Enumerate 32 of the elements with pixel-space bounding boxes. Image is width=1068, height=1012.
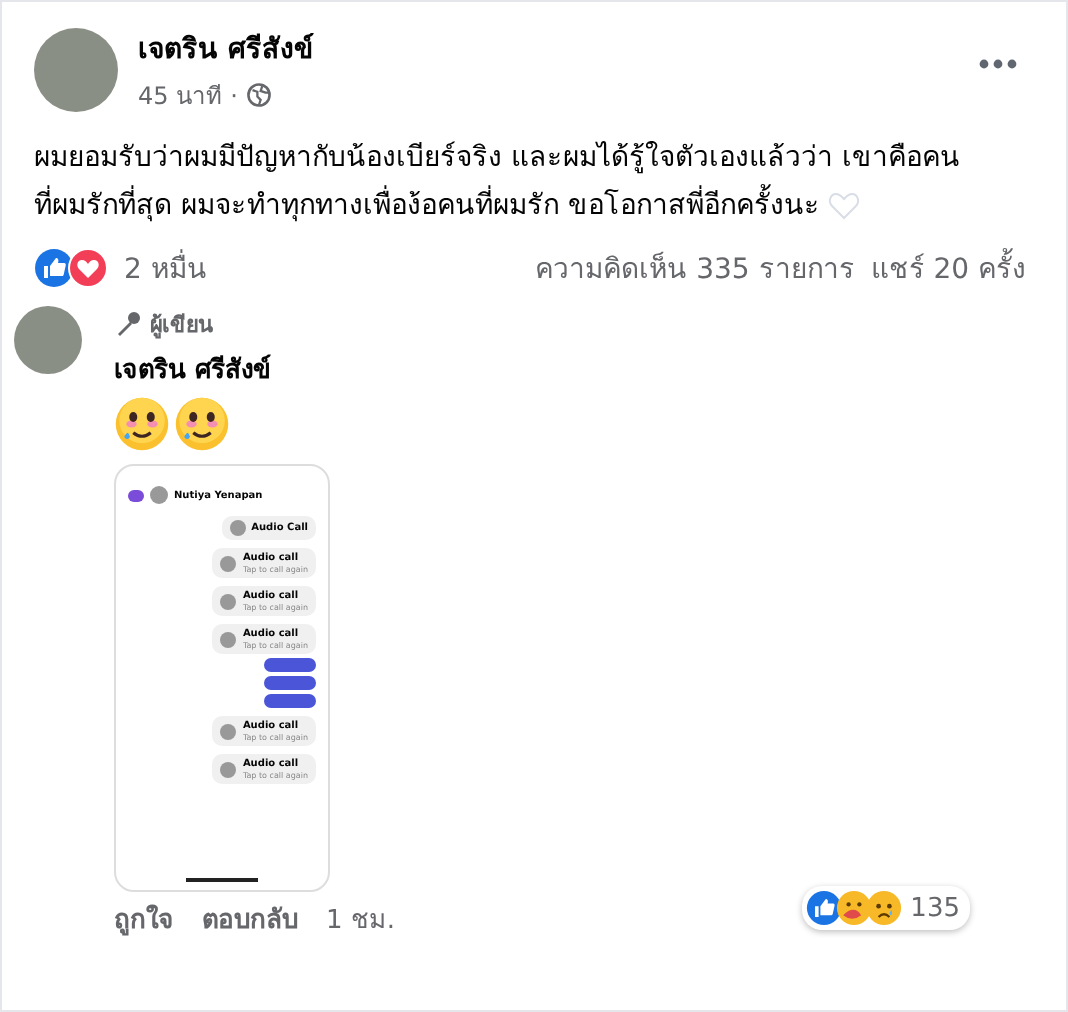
reaction-count[interactable]: 2 หมื่น xyxy=(124,246,207,290)
heart-icon xyxy=(827,192,860,220)
commenter-name[interactable]: เจตริน ศรีสังข์ xyxy=(114,348,1038,390)
like-reaction-icon xyxy=(34,248,74,288)
message-bubble xyxy=(264,658,316,672)
share-count[interactable]: แชร์ 20 ครั้ง xyxy=(870,246,1026,290)
comment-count[interactable]: ความคิดเห็น 335 รายการ xyxy=(535,246,855,290)
sad-reaction-icon xyxy=(866,890,903,926)
message-bubble xyxy=(264,694,316,708)
post-text-line: ผมยอมรับว่าผมมีปัญหากับน้องเบียร์จริง และผมได้รู้ใจตัวเองแล้วว่า เขาคือคน xyxy=(34,139,960,178)
globe-icon xyxy=(245,82,272,108)
like-reaction-icon xyxy=(806,890,843,926)
comment-action-link[interactable]: ตอบกลับ xyxy=(202,904,298,940)
avatar[interactable] xyxy=(14,306,82,374)
care-reaction-icon xyxy=(836,890,873,926)
post-time[interactable]: 45 นาที xyxy=(138,76,223,114)
author-label: ผู้เขียน xyxy=(150,310,214,342)
message-bubble xyxy=(264,676,316,690)
avatar[interactable] xyxy=(34,28,118,112)
separator: · xyxy=(230,81,238,109)
comment-action-link[interactable]: ถูกใจ xyxy=(114,904,174,940)
author-name[interactable]: เจตริน ศรีสังข์ xyxy=(138,26,958,70)
post-text-line: ที่ผมรักที่สุด ผมจะทำทุกทางเพื่อง้อคนที่ผมรัก ขอโอกาสพี่อีกครั้งนะ xyxy=(34,182,820,230)
more-options-icon[interactable] xyxy=(978,58,1018,70)
teary-face-emoji-icon xyxy=(114,396,170,452)
teary-face-emoji-icon xyxy=(174,396,230,452)
heart-reaction-icon xyxy=(68,248,108,288)
home-indicator xyxy=(186,878,258,882)
reaction-pill[interactable]: 135 xyxy=(802,886,970,930)
avatar xyxy=(150,486,168,504)
microphone-icon xyxy=(114,310,142,338)
comment-time[interactable]: 1 ชม. xyxy=(326,904,396,940)
